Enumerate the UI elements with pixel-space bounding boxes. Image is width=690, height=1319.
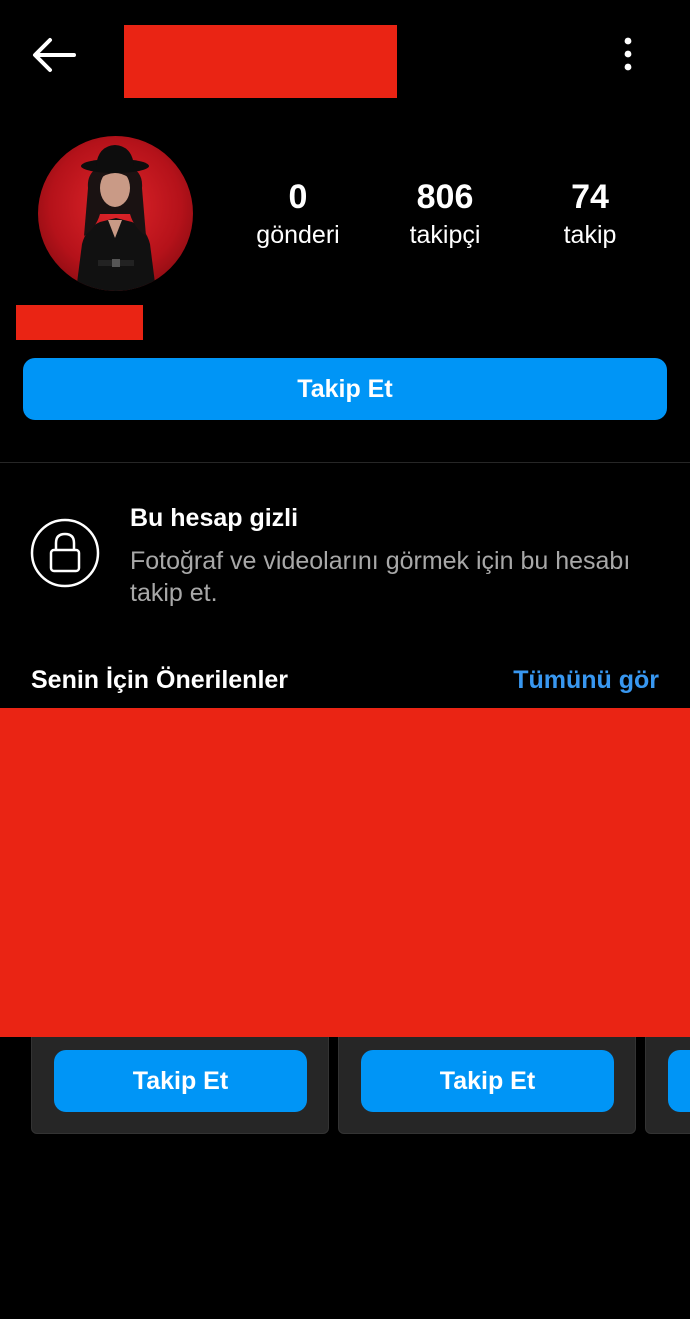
posts-label: gönderi [256,221,340,249]
followers-count: 806 [416,178,474,216]
private-account-title: Bu hesap gizli [130,504,299,532]
lock-icon [30,518,100,588]
following-label: takip [563,221,617,249]
username-redaction [124,25,397,98]
more-vertical-icon [624,37,632,71]
back-button[interactable] [26,30,82,80]
suggestions-title: Senin İçin Önerilenler [31,666,289,694]
more-options-button[interactable] [604,32,654,78]
stat-following[interactable]: 74 takip [520,176,660,252]
suggestion-follow-button[interactable] [668,1050,690,1112]
arrow-left-icon [33,38,76,72]
followers-label: takipçi [409,221,481,249]
suggestions-redaction [0,708,690,1037]
stat-posts[interactable]: 0 gönderi [228,176,368,252]
display-name-redaction [16,305,143,340]
profile-avatar[interactable] [38,136,193,291]
following-count: 74 [571,178,609,216]
avatar-image [38,136,193,291]
suggestion-follow-button[interactable]: Takip Et [54,1050,307,1112]
posts-count: 0 [288,178,308,216]
see-all-link[interactable]: Tümünü gör [513,664,659,696]
private-account-description: Fotoğraf ve videolarını görmek için bu h… [130,547,631,607]
suggestion-follow-button[interactable]: Takip Et [361,1050,614,1112]
profile-page: 0 gönderi 806 takipçi 74 takip Takip Et … [0,0,690,1319]
stat-followers[interactable]: 806 takipçi [375,176,515,252]
follow-button[interactable]: Takip Et [23,358,667,420]
section-divider [0,462,690,463]
